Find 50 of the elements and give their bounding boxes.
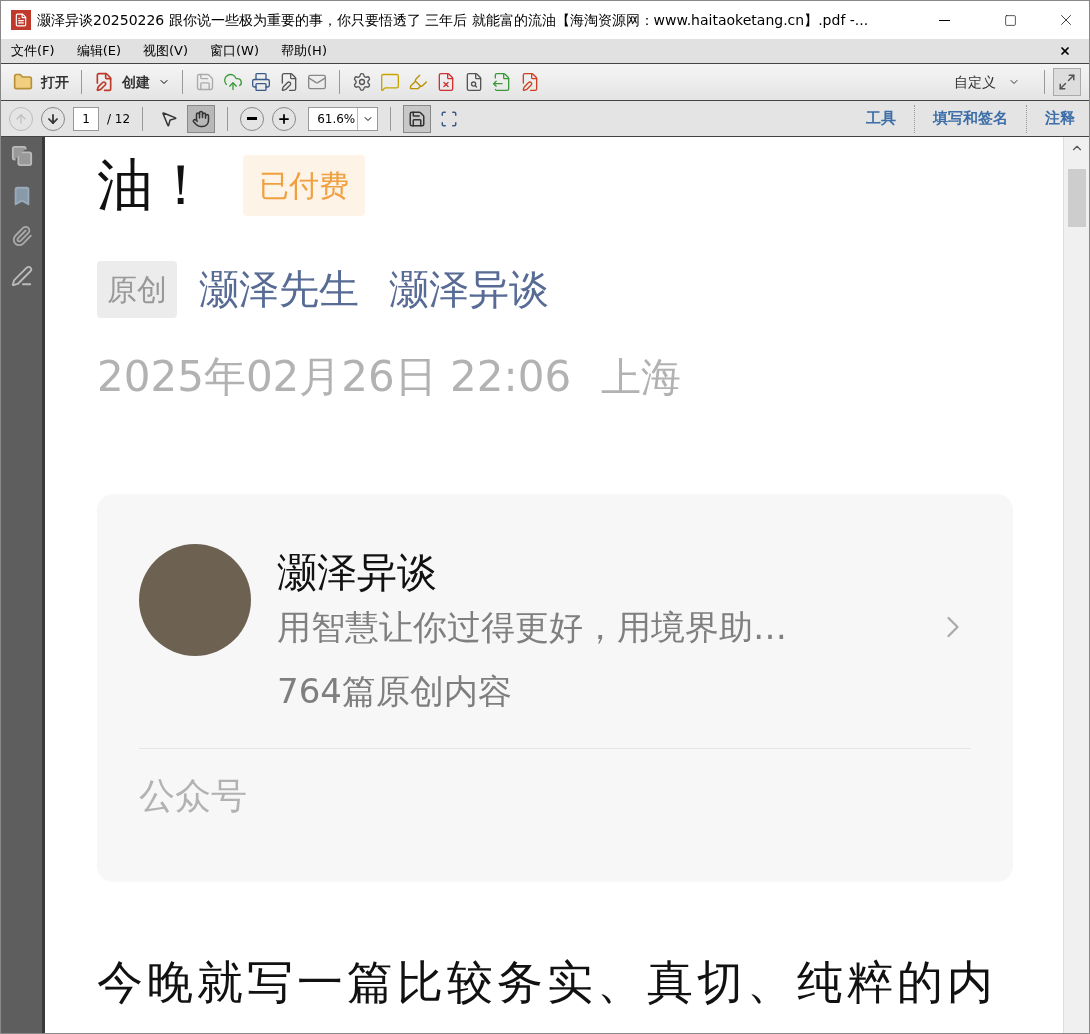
pages-icon[interactable] <box>10 145 33 167</box>
vertical-scrollbar[interactable] <box>1063 137 1089 1033</box>
zoom-dropdown[interactable]: 61.6% <box>308 106 379 131</box>
paid-badge: 已付费 <box>243 154 365 216</box>
plus-icon <box>277 111 292 126</box>
article-title: 油！ <box>97 153 209 217</box>
hand-icon <box>192 109 211 128</box>
menu-item[interactable]: 编辑(E) <box>70 41 127 61</box>
minimize-icon <box>938 19 950 21</box>
pane-tab[interactable]: 注释 <box>1039 107 1081 130</box>
pane-tab[interactable]: 填写和签名 <box>927 107 1014 130</box>
page-number-field[interactable]: 1 <box>73 106 99 131</box>
create-button[interactable]: 创建 <box>90 68 174 96</box>
maximize-icon <box>1003 13 1017 27</box>
hand-tool-button[interactable] <box>187 104 216 133</box>
fullscreen-button[interactable] <box>1053 68 1081 96</box>
customize-dropdown[interactable]: 自定义 <box>954 71 1020 93</box>
publish-location: 上海 <box>601 352 682 402</box>
close-icon <box>1059 45 1071 57</box>
publish-date: 2025年02月26日 22:06 <box>97 351 572 403</box>
close-document-button[interactable] <box>1059 45 1071 57</box>
pdf-app-icon <box>11 10 31 30</box>
open-button[interactable]: 打开 <box>9 68 73 96</box>
account-name: 灏泽异谈 <box>277 548 438 597</box>
signature-icon[interactable] <box>10 265 33 287</box>
minus-icon <box>247 117 258 120</box>
paperclip-icon[interactable] <box>10 225 33 247</box>
arrow-down-icon <box>46 111 60 126</box>
menu-item[interactable]: 窗口(W) <box>204 41 266 61</box>
article-count: 764篇原创内容 <box>277 670 513 713</box>
body-paragraph: 今晚就写一篇比较务实、真切、纯粹的内 <box>97 954 998 1011</box>
expand-icon <box>1058 73 1076 91</box>
account-card[interactable]: 灏泽异谈 用智慧让你过得更好，用境界助… 764篇原创内容 公众号 <box>97 494 1013 882</box>
pane-tab[interactable]: 工具 <box>860 107 902 130</box>
menu-item[interactable]: 文件(F) <box>5 41 61 61</box>
scrollbar-thumb[interactable] <box>1067 169 1086 227</box>
fit-width-button[interactable] <box>403 104 432 133</box>
window-title: 灏泽异谈20250226 跟你说一些极为重要的事，你只要悟透了 三年后 就能富的流油【海淘资源网：www.haitaoketang.cn】.pdf -... <box>37 10 869 30</box>
author-link[interactable]: 灏泽先生 <box>199 259 359 319</box>
account-type-label: 公众号 <box>139 774 248 818</box>
frame-corners-icon <box>440 109 459 128</box>
original-tag: 原创 <box>97 260 177 318</box>
menu-item[interactable]: 帮助(H) <box>275 41 333 61</box>
document-icon <box>94 72 114 92</box>
page-count: / 12 <box>107 110 131 128</box>
account-link[interactable]: 灏泽异谈 <box>389 259 549 319</box>
menu-item[interactable]: 视图(V) <box>137 41 195 61</box>
account-description: 用智慧让你过得更好，用境界助… <box>277 606 787 649</box>
folder-icon <box>13 72 33 92</box>
pointer-icon <box>160 109 179 128</box>
